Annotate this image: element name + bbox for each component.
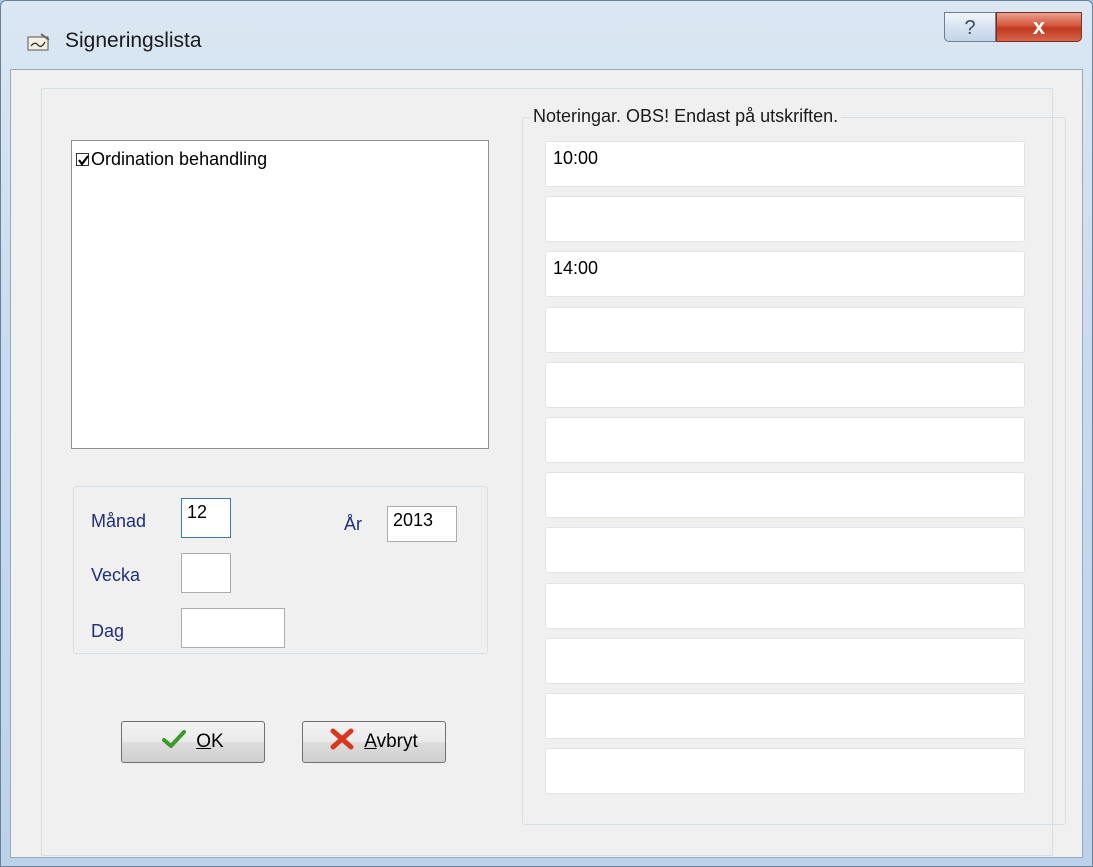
notes-field[interactable] bbox=[545, 361, 1025, 408]
notes-field[interactable] bbox=[545, 472, 1025, 519]
help-icon: ? bbox=[964, 17, 976, 39]
notes-field[interactable] bbox=[545, 527, 1025, 574]
notes-field[interactable] bbox=[545, 306, 1025, 353]
notes-field[interactable] bbox=[545, 582, 1025, 629]
close-button[interactable]: x bbox=[996, 12, 1082, 42]
year-label: År bbox=[344, 514, 362, 534]
ok-button-label: OK bbox=[196, 731, 224, 752]
close-icon: x bbox=[1032, 14, 1046, 39]
list-item-label: Ordination behandling bbox=[91, 148, 268, 169]
window-title: Signeringslista bbox=[65, 29, 202, 52]
checkmark-icon bbox=[162, 729, 187, 755]
notes-field[interactable] bbox=[545, 417, 1025, 463]
notes-field[interactable] bbox=[545, 196, 1025, 243]
dialog-client-area: Ordination behandling Månad 12 År 2013 V… bbox=[10, 69, 1083, 858]
cross-icon bbox=[330, 728, 354, 756]
notes-legend: Noteringar. OBS! Endast på utskriften. bbox=[530, 106, 842, 127]
notes-field[interactable]: 14:00 bbox=[545, 251, 1025, 298]
day-label: Dag bbox=[91, 621, 125, 641]
month-label: Månad bbox=[91, 511, 147, 531]
dialog-window: Signeringslista ? x Ordination behandlin… bbox=[0, 0, 1093, 867]
help-button[interactable]: ? bbox=[944, 12, 996, 42]
year-field[interactable]: 2013 bbox=[387, 506, 457, 542]
treatment-listbox[interactable]: Ordination behandling bbox=[71, 140, 489, 449]
cancel-button-label: Avbryt bbox=[364, 731, 418, 752]
day-field[interactable] bbox=[181, 608, 285, 648]
notes-field[interactable] bbox=[545, 637, 1025, 684]
week-field[interactable] bbox=[181, 553, 231, 593]
signature-icon bbox=[27, 32, 51, 52]
week-label: Vecka bbox=[91, 565, 141, 585]
notes-field[interactable] bbox=[545, 693, 1025, 739]
notes-field[interactable]: 10:00 bbox=[545, 141, 1025, 187]
notes-field[interactable] bbox=[545, 748, 1025, 795]
month-field[interactable]: 12 bbox=[181, 498, 231, 538]
list-item[interactable]: Ordination behandling bbox=[76, 148, 267, 170]
cancel-button[interactable]: Avbryt bbox=[302, 721, 446, 763]
ok-button[interactable]: OK bbox=[121, 721, 265, 763]
checkbox-checked-icon[interactable] bbox=[76, 152, 89, 166]
title-bar[interactable]: Signeringslista ? x bbox=[1, 1, 1092, 71]
